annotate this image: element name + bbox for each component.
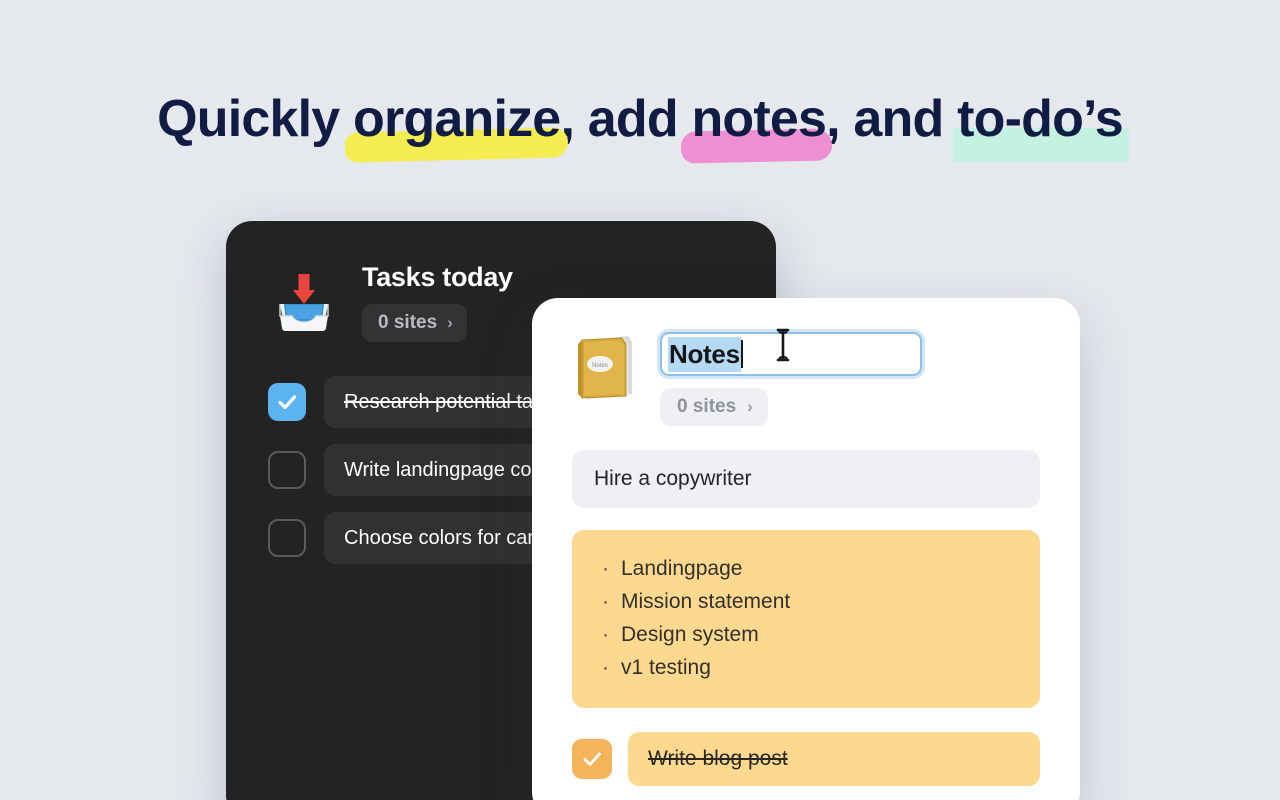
list-item: · Landingpage <box>594 552 1018 585</box>
notes-sites-pill[interactable]: 0 sites › <box>660 388 768 426</box>
headline-highlight-todos: to-do’s <box>953 88 1129 162</box>
headline-text-1: Quickly <box>157 90 354 148</box>
inbox-tray-icon <box>268 264 340 336</box>
notes-title-block: Notes 0 sites › <box>660 332 922 426</box>
list-item-label: Design system <box>621 623 759 646</box>
task-checkbox-unchecked[interactable] <box>268 519 306 557</box>
yellow-task-checkbox-checked[interactable] <box>572 739 612 779</box>
headline-word-organize: organize <box>353 90 561 148</box>
tasks-card-title-block: Tasks today 0 sites › <box>362 257 513 342</box>
task-label: Write landingpage copy <box>344 458 553 481</box>
notes-card-header: Notes Notes 0 sites › <box>532 298 1080 426</box>
tasks-card-title: Tasks today <box>362 262 513 292</box>
yellow-task-label-bar[interactable]: Write blog post <box>628 732 1040 786</box>
note-grey-block[interactable]: Hire a copywriter <box>572 450 1040 508</box>
bullet-icon: · <box>602 557 609 580</box>
note-yellow-list: · Landingpage · Mission statement · Desi… <box>594 552 1018 684</box>
notes-title-input[interactable]: Notes <box>660 332 922 376</box>
check-icon <box>583 752 601 766</box>
task-checkbox-checked[interactable] <box>268 383 306 421</box>
note-grey-text: Hire a copywriter <box>594 467 752 490</box>
bullet-icon: · <box>602 623 609 646</box>
page-headline: Quickly organize, add notes, and to-do’s <box>0 88 1280 164</box>
chevron-right-icon: › <box>447 313 453 332</box>
svg-text:Notes: Notes <box>592 363 608 369</box>
headline-text-3: , and <box>826 90 958 148</box>
yellow-task-label: Write blog post <box>648 747 788 770</box>
list-item: · Design system <box>594 618 1018 651</box>
headline-highlight-notes: notes <box>681 88 833 164</box>
tasks-sites-label: 0 sites <box>378 312 438 333</box>
headline-word-notes: notes <box>691 90 827 148</box>
yellow-task-row[interactable]: Write blog post <box>572 732 1040 786</box>
notes-card: Notes Notes 0 sites › Hire a copywriter … <box>532 298 1080 800</box>
bullet-icon: · <box>602 656 609 679</box>
headline-highlight-organize: organize <box>344 88 569 163</box>
notes-title-value: Notes <box>668 336 741 372</box>
list-item-label: Landingpage <box>621 557 743 580</box>
note-yellow-block[interactable]: · Landingpage · Mission statement · Desi… <box>572 530 1040 708</box>
notes-sites-label: 0 sites <box>677 396 737 417</box>
list-item-label: Mission statement <box>621 590 791 613</box>
tasks-sites-pill[interactable]: 0 sites › <box>362 304 467 342</box>
notebook-icon: Notes <box>574 332 640 404</box>
list-item-label: v1 testing <box>621 656 711 679</box>
task-checkbox-unchecked[interactable] <box>268 451 306 489</box>
text-caret <box>740 340 743 368</box>
bullet-icon: · <box>602 590 609 613</box>
list-item: · v1 testing <box>594 651 1018 684</box>
list-item: · Mission statement <box>594 585 1018 618</box>
headline-text-2: , add <box>560 90 692 148</box>
headline-word-todos: to-do’s <box>957 90 1124 148</box>
chevron-right-icon: › <box>747 397 753 416</box>
check-icon <box>278 395 297 410</box>
